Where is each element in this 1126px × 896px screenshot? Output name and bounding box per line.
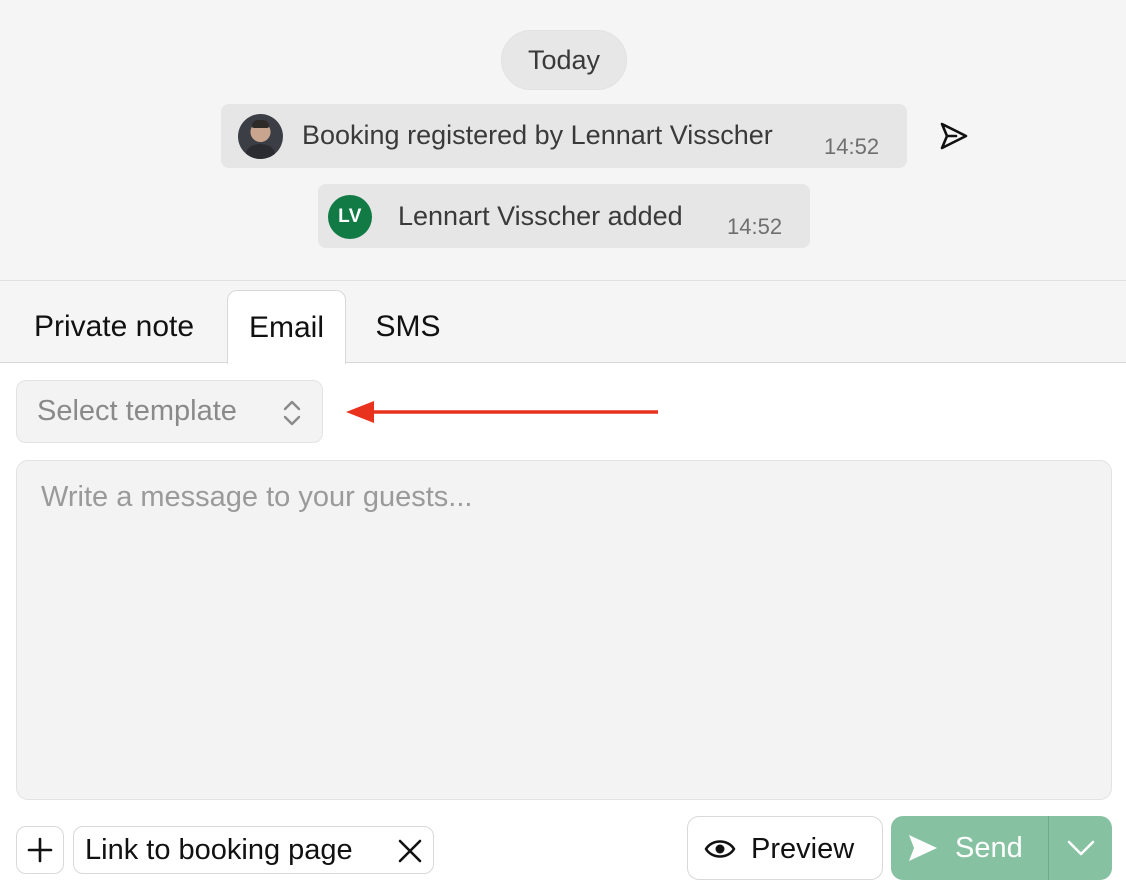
timeline-event-user-added: LV Lennart Visscher added 14:52 bbox=[318, 184, 810, 248]
chevron-down-icon bbox=[1067, 840, 1095, 856]
tab-sms[interactable]: SMS bbox=[346, 291, 470, 363]
message-composer: Select template Link to booking page Pre… bbox=[0, 363, 1126, 896]
chevron-updown-icon bbox=[283, 400, 301, 426]
plus-icon bbox=[27, 837, 53, 863]
tab-label: SMS bbox=[375, 310, 441, 343]
avatar-initials: LV bbox=[328, 195, 372, 239]
eye-icon bbox=[704, 840, 736, 858]
tab-label: Private note bbox=[33, 310, 195, 343]
preview-button[interactable]: Preview bbox=[687, 816, 883, 880]
event-time: 14:52 bbox=[824, 134, 880, 159]
annotation-arrow bbox=[346, 401, 658, 423]
tab-private-note[interactable]: Private note bbox=[0, 291, 228, 363]
attachment-chip-booking-link[interactable]: Link to booking page bbox=[73, 826, 434, 874]
preview-label: Preview bbox=[751, 833, 855, 865]
event-text: Booking registered by Lennart Visscher bbox=[302, 120, 773, 150]
tab-label: Email bbox=[248, 310, 324, 344]
timeline-event-booking-registered: Booking registered by Lennart Visscher 1… bbox=[221, 104, 907, 168]
date-label: Today bbox=[527, 44, 601, 75]
template-select[interactable]: Select template bbox=[16, 380, 323, 443]
message-input[interactable] bbox=[16, 460, 1112, 800]
activity-timeline: Today Booking registered by Lennart Viss… bbox=[0, 0, 1126, 281]
send-options-dropdown[interactable] bbox=[1049, 816, 1112, 880]
x-icon[interactable] bbox=[397, 838, 423, 864]
tab-email[interactable]: Email bbox=[227, 290, 346, 364]
send-button[interactable]: Send bbox=[891, 816, 1048, 880]
event-time: 14:52 bbox=[727, 214, 783, 239]
add-attachment-button[interactable] bbox=[16, 826, 64, 874]
send-button-group: Send bbox=[891, 816, 1112, 880]
template-select-placeholder: Select template bbox=[37, 395, 237, 427]
user-avatar bbox=[238, 114, 283, 159]
date-separator: Today bbox=[501, 30, 627, 90]
sent-icon bbox=[940, 122, 968, 150]
send-label: Send bbox=[955, 832, 1023, 864]
event-text: Lennart Visscher added bbox=[398, 201, 683, 231]
message-channel-tabs: Private note Email SMS bbox=[0, 281, 1126, 364]
chip-label: Link to booking page bbox=[85, 833, 353, 866]
send-plane-icon bbox=[909, 835, 937, 861]
